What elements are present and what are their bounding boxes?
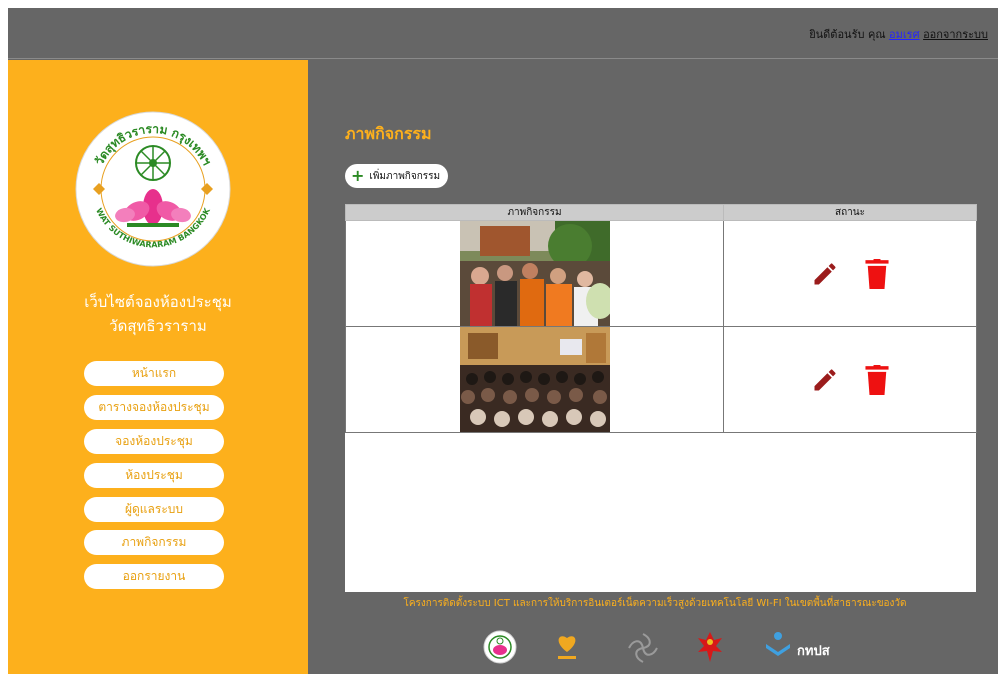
heart-logo [558,636,576,659]
logout-link[interactable]: ออกจากระบบ [923,28,988,41]
nav-booking-schedule[interactable]: ตารางจองห้องประชุม [84,395,224,420]
wat-logo [483,630,517,664]
photo-table-area: ภาพกิจกรรม สถานะ [345,204,977,592]
column-header-photo: ภาพกิจกรรม [345,204,724,221]
add-photo-label: เพิ่มภาพกิจกรรม [369,170,441,182]
table-row [345,220,977,327]
photo-cell [345,326,724,433]
photo-cell [345,220,724,327]
nav-activity-photos[interactable]: ภาพกิจกรรม [84,530,224,555]
plus-icon: + [351,166,365,185]
trash-icon[interactable] [865,364,889,395]
add-photo-button[interactable]: + เพิ่มภาพกิจกรรม [345,164,449,188]
garuda-logo [698,632,722,662]
temple-logo: วัดสุทธิวราราม กรุงเทพฯ WAT SUTHIWARARAM… [75,111,231,267]
photo-table: ภาพกิจกรรม สถานะ [345,204,977,433]
meeting-hall-photo [459,327,610,432]
pencil-icon[interactable] [811,260,839,288]
nav-reports[interactable]: ออกรายงาน [84,564,224,589]
username-link[interactable]: อมเรศ [889,28,920,41]
table-row [345,326,977,433]
nav-rooms[interactable]: ห้องประชุม [84,463,224,488]
page-frame: ยินดีต้อนรับ คุณ อมเรศ ออกจากระบบ วัดสุท… [8,8,998,674]
actions-cell [723,326,977,433]
top-bar: ยินดีต้อนรับ คุณ อมเรศ ออกจากระบบ [8,8,998,59]
page-title: ภาพกิจกรรม [345,124,432,143]
pencil-icon[interactable] [811,366,839,394]
nav-home[interactable]: หน้าแรก [84,361,224,386]
tpps-logo [766,632,790,656]
column-header-status: สถานะ [723,204,977,221]
nav-book-room[interactable]: จองห้องประชุม [84,429,224,454]
ceremony-photo [459,221,610,326]
site-title-line1: เว็บไซต์จองห้องประชุม [84,293,232,311]
table-header-row: ภาพกิจกรรม สถานะ [345,204,977,221]
site-title: เว็บไซต์จองห้องประชุม วัดสุทธิวราราม [8,290,308,338]
welcome-text: ยินดีต้อนรับ คุณ อมเรศ ออกจากระบบ [809,25,988,43]
trash-icon[interactable] [865,258,889,289]
footer-text: โครงการติดตั้งระบบ ICT และการให้บริการอิ… [403,598,907,609]
greeting-label: ยินดีต้อนรับ คุณ [809,28,886,41]
emblem-logo [628,633,658,663]
actions-cell [723,220,977,327]
site-title-line2: วัดสุทธิวราราม [109,317,207,335]
main-content: ภาพกิจกรรม + เพิ่มภาพกิจกรรม ภาพกิจกรรม … [308,60,998,674]
sidebar: วัดสุทธิวราราม กรุงเทพฯ WAT SUTHIWARARAM… [8,60,308,674]
tpps-label: กทปส [797,644,830,659]
nav-admin[interactable]: ผู้ดูแลระบบ [84,497,224,522]
